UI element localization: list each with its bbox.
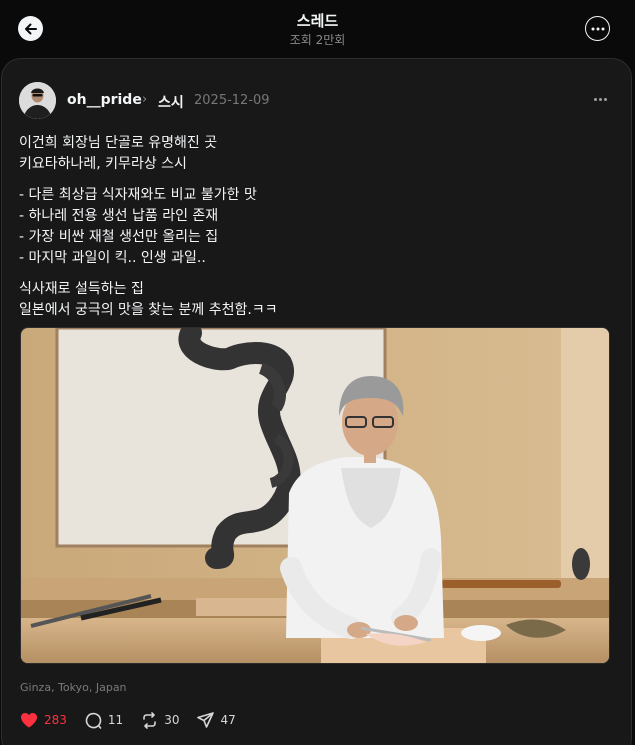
post-more-button[interactable] [589,91,611,107]
top-bar: 스레드 조회 2만회 [0,0,635,58]
post-paragraph: 이건희 회장님 단골로 유명해진 곳 키요타하나레, 키무라상 스시 [19,133,609,175]
more-options-button[interactable] [585,16,610,41]
avatar[interactable] [19,82,56,119]
comment-icon [85,712,102,729]
more-horizontal-icon [593,97,597,101]
more-horizontal-icon [591,27,604,30]
heart-icon [21,713,37,728]
repost-count: 30 [164,713,180,727]
chevron-right-icon: › [142,92,148,107]
post-line: - 다른 최상급 식자재와도 비교 불가한 맛 [19,187,257,203]
page-title: 스레드 [296,12,339,30]
post-line: - 마지막 과일이 킥.. 인생 과일.. [19,250,206,266]
post-paragraph: 식사재로 설득하는 집 일본에서 궁극의 맛을 찾는 분께 추천함.ㅋㅋ [19,279,609,321]
post-body: 이건희 회장님 단골로 유명해진 곳 키요타하나레, 키무라상 스시 - 다른 … [19,133,609,331]
post-image[interactable] [20,327,610,664]
post-paragraph: - 다른 최상급 식자재와도 비교 불가한 맛 - 하나레 전용 생선 납품 라… [19,185,609,269]
view-count: 조회 2만회 [289,33,346,47]
post-actions: 283 11 30 47 [20,710,254,730]
post-line: - 하나레 전용 생선 납품 라인 존재 [19,208,219,224]
sushi-chef-photo [21,328,609,663]
send-icon [197,711,215,728]
post-card: oh__pride › 스시 2025-12-09 이건희 회장님 단골로 유명… [1,58,632,745]
post-username[interactable]: oh__pride [67,92,142,108]
share-count: 47 [220,713,236,727]
share-button[interactable]: 47 [197,711,236,729]
repost-icon [143,711,156,729]
post-topic[interactable]: 스시 [158,92,184,112]
post-line: 키요타하나레, 키무라상 스시 [19,156,187,172]
comment-button[interactable]: 11 [85,712,123,729]
repost-button[interactable]: 30 [141,711,180,729]
post-line: 식사재로 설득하는 집 [19,281,144,297]
like-button[interactable]: 283 [20,712,67,728]
post-line: - 가장 비싼 재철 생선만 올리는 집 [19,229,219,245]
post-date: 2025-12-09 [194,93,270,108]
post-location[interactable]: Ginza, Tokyo, Japan [20,681,127,694]
like-count: 283 [44,713,67,727]
post-line: 이건희 회장님 단골로 유명해진 곳 [19,135,218,151]
comment-count: 11 [107,713,124,727]
post-line: 일본에서 궁극의 맛을 찾는 분께 추천함.ㅋㅋ [19,302,278,318]
